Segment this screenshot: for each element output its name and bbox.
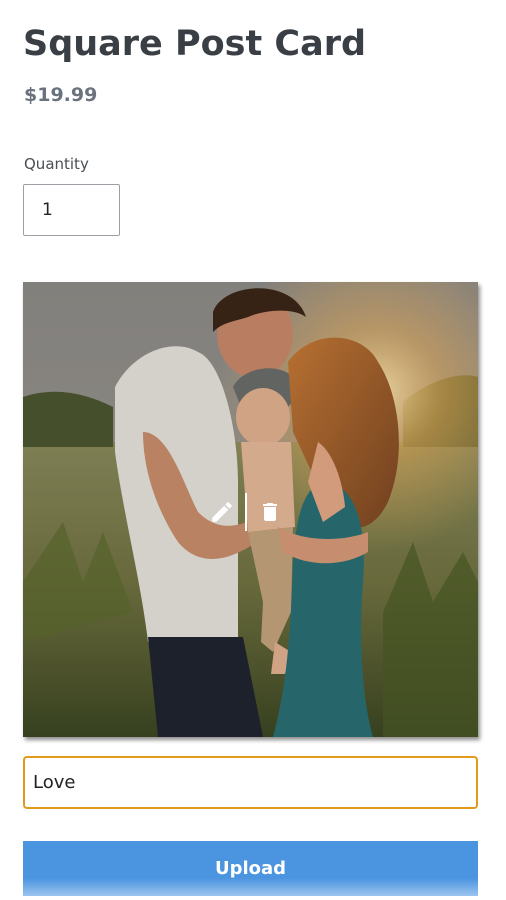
delete-photo-button[interactable] bbox=[253, 494, 287, 530]
product-price: $19.99 bbox=[24, 84, 98, 106]
product-page: Square Post Card $19.99 Quantity 1 Love … bbox=[0, 0, 506, 900]
edit-photo-button[interactable] bbox=[205, 494, 239, 530]
pencil-icon bbox=[212, 502, 232, 522]
quantity-input[interactable] bbox=[23, 184, 120, 236]
uploaded-photo[interactable] bbox=[23, 282, 478, 737]
caption-input[interactable] bbox=[23, 756, 478, 809]
upload-button[interactable]: Upload bbox=[23, 841, 478, 896]
toolbar-divider bbox=[245, 493, 247, 531]
photo-toolbar bbox=[205, 490, 295, 534]
quantity-label: Quantity bbox=[24, 155, 89, 173]
trash-icon bbox=[263, 503, 277, 521]
product-title: Square Post Card bbox=[23, 24, 367, 64]
